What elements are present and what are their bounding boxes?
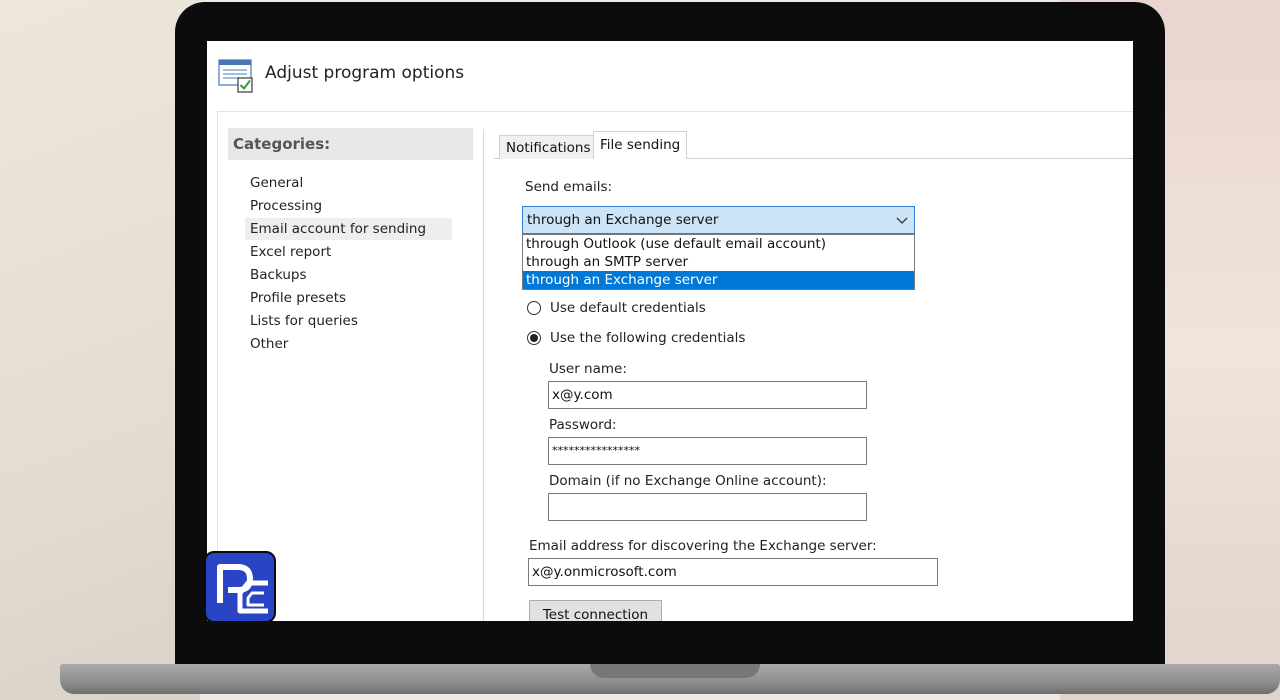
radio-default-credentials[interactable]: Use default credentials bbox=[527, 298, 706, 318]
category-other[interactable]: Other bbox=[245, 333, 452, 355]
send-emails-selected-value: through an Exchange server bbox=[527, 212, 719, 228]
category-general[interactable]: General bbox=[245, 172, 452, 194]
option-outlook[interactable]: through Outlook (use default email accou… bbox=[523, 235, 914, 253]
password-field[interactable]: **************** bbox=[548, 437, 867, 465]
username-field[interactable]: x@y.com bbox=[548, 381, 867, 409]
domain-field[interactable] bbox=[548, 493, 867, 521]
discovery-email-field[interactable]: x@y.onmicrosoft.com bbox=[528, 558, 938, 586]
tab-file-sending[interactable]: File sending bbox=[593, 131, 688, 159]
panel-divider bbox=[483, 129, 484, 621]
radio-following-credentials-label: Use the following credentials bbox=[550, 330, 746, 346]
category-processing[interactable]: Processing bbox=[245, 195, 452, 217]
category-email-account-for-sending[interactable]: Email account for sending bbox=[245, 218, 452, 240]
radio-button-unchecked bbox=[527, 301, 541, 315]
options-window-icon bbox=[218, 59, 253, 93]
radio-default-credentials-label: Use default credentials bbox=[550, 300, 706, 316]
radio-dot bbox=[530, 334, 538, 342]
radio-following-credentials[interactable]: Use the following credentials bbox=[527, 328, 745, 348]
category-lists-for-queries[interactable]: Lists for queries bbox=[245, 310, 452, 332]
option-exchange-server[interactable]: through an Exchange server bbox=[523, 271, 914, 289]
tab-notifications[interactable]: Notifications bbox=[499, 135, 598, 159]
send-emails-select[interactable]: through an Exchange server bbox=[522, 206, 915, 234]
category-excel-report[interactable]: Excel report bbox=[245, 241, 452, 263]
send-emails-label: Send emails: bbox=[525, 179, 613, 195]
discovery-email-label: Email address for discovering the Exchan… bbox=[529, 538, 877, 554]
brand-logo bbox=[204, 551, 276, 623]
categories-header: Categories: bbox=[228, 128, 473, 160]
category-backups[interactable]: Backups bbox=[245, 264, 452, 286]
window-title: Adjust program options bbox=[265, 63, 465, 83]
category-profile-presets[interactable]: Profile presets bbox=[245, 287, 452, 309]
brand-logo-icon bbox=[217, 564, 268, 614]
background-left bbox=[0, 0, 200, 700]
header-divider bbox=[217, 111, 1133, 112]
chevron-down-icon bbox=[896, 217, 908, 224]
left-divider bbox=[217, 111, 218, 621]
username-label: User name: bbox=[549, 361, 627, 377]
send-emails-dropdown: through Outlook (use default email accou… bbox=[522, 234, 915, 290]
password-label: Password: bbox=[549, 417, 617, 433]
domain-label: Domain (if no Exchange Online account): bbox=[549, 473, 827, 489]
radio-button-checked bbox=[527, 331, 541, 345]
option-smtp-server[interactable]: through an SMTP server bbox=[523, 253, 914, 271]
laptop-base-notch bbox=[590, 664, 760, 678]
test-connection-button[interactable]: Test connection bbox=[529, 600, 662, 621]
options-window: Adjust program options Categories: Gener… bbox=[207, 41, 1133, 621]
